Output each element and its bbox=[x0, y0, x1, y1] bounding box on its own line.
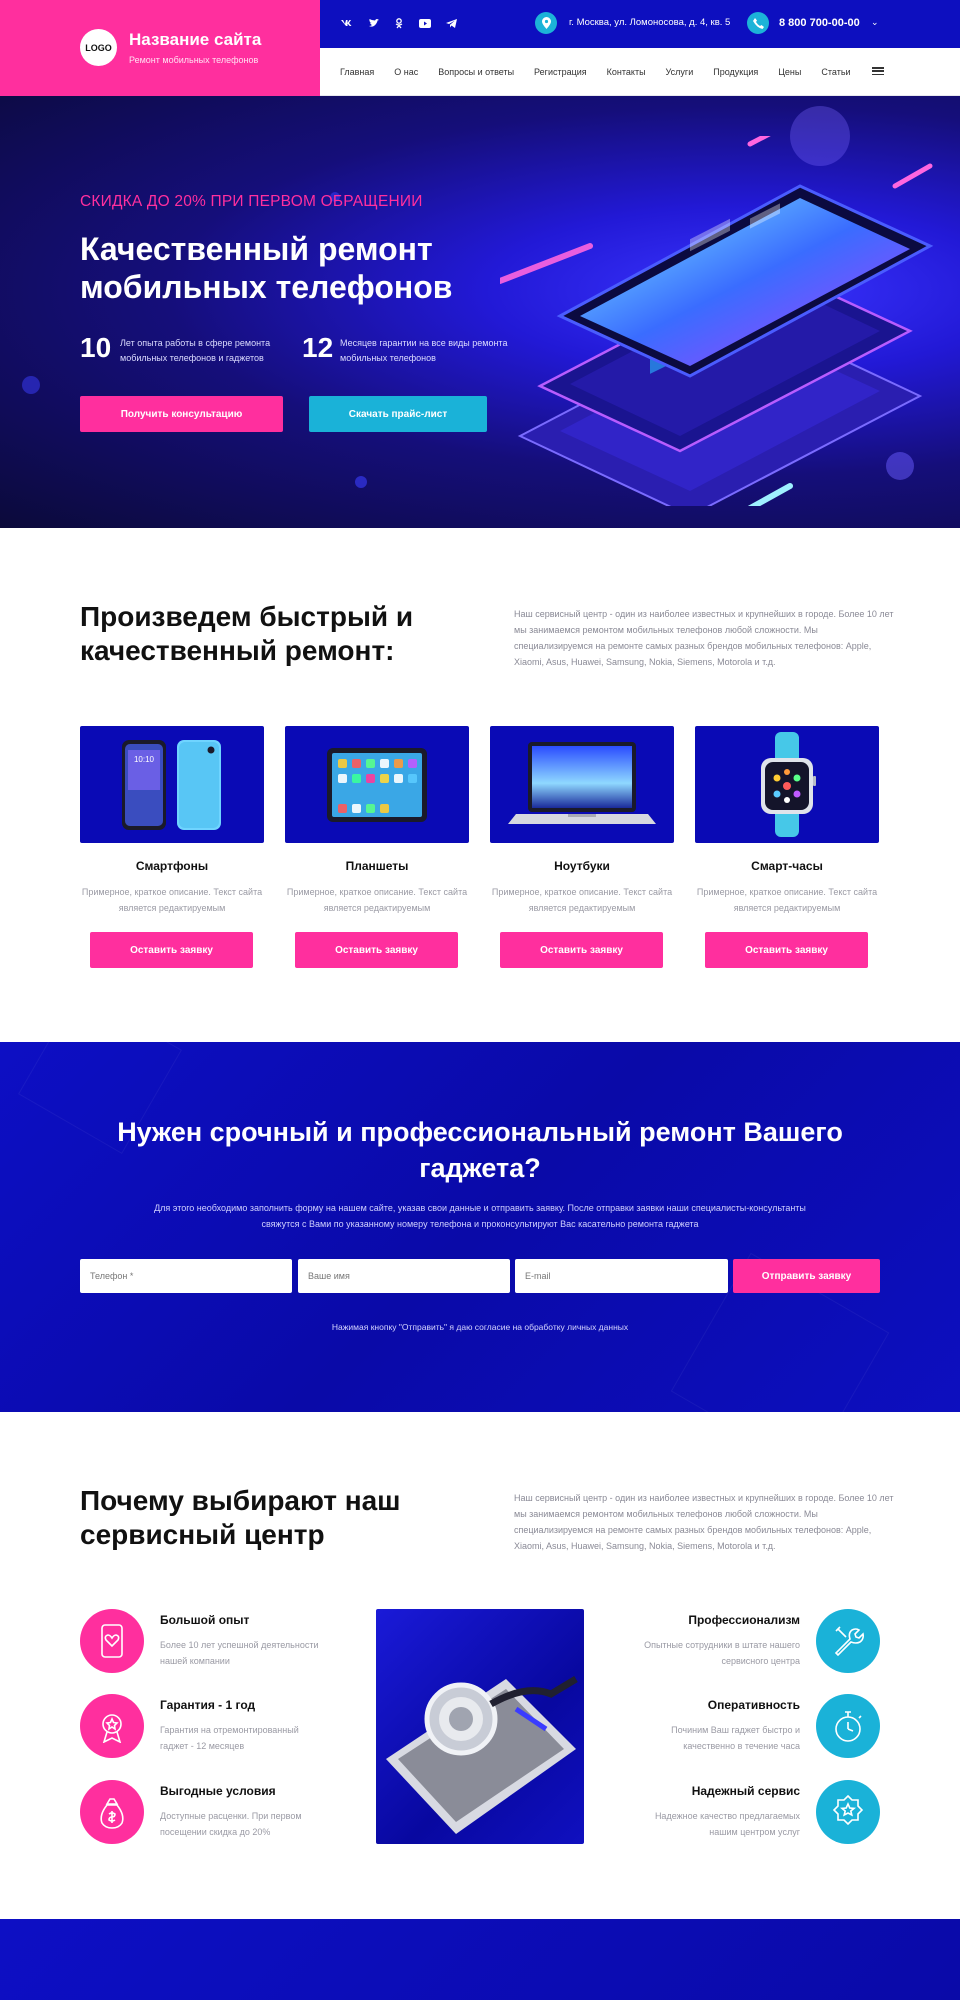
price-list-button[interactable]: Скачать прайс-лист bbox=[309, 396, 487, 432]
feature-title: Профессионализм bbox=[688, 1613, 800, 1627]
feature-text: Починим Ваш гаджет быстро и качественно … bbox=[671, 1725, 800, 1751]
brand-block[interactable]: LOGO Название сайта Ремонт мобильных тел… bbox=[0, 0, 320, 96]
feature-title: Большой опыт bbox=[160, 1613, 250, 1627]
nav-item-contacts[interactable]: Контакты bbox=[607, 67, 646, 77]
phone-field[interactable] bbox=[80, 1259, 292, 1293]
footer-band bbox=[0, 1919, 960, 2000]
nav-item-services[interactable]: Услуги bbox=[666, 67, 694, 77]
stethoscope-on-phone-image bbox=[376, 1609, 584, 1844]
feature-text: Доступные расценки. При первом посещении… bbox=[160, 1811, 302, 1837]
feature-title: Выгодные условия bbox=[160, 1784, 276, 1798]
feature-text: Надежное качество предлагаемых нашим цен… bbox=[654, 1811, 800, 1837]
tools-icon bbox=[816, 1609, 880, 1673]
request-button-laptops[interactable]: Оставить заявку bbox=[500, 932, 663, 968]
request-button-tablets[interactable]: Оставить заявку bbox=[295, 932, 458, 968]
phone-icon bbox=[747, 12, 769, 34]
card-description: Примерное, краткое описание. Текст сайта… bbox=[286, 887, 468, 913]
why-section-desc: Наш сервисный центр - один из наиболее и… bbox=[514, 1493, 894, 1551]
request-button-smartphones[interactable]: Оставить заявку bbox=[90, 932, 253, 968]
nav-menu: Главная О нас Вопросы и ответы Регистрац… bbox=[340, 48, 851, 96]
form-description: Для этого необходимо заполнить форму на … bbox=[154, 1203, 806, 1229]
feature-text: Более 10 лет успешной деятельности нашей… bbox=[160, 1640, 319, 1666]
card-title: Ноутбуки bbox=[554, 859, 610, 873]
site-title: Название сайта bbox=[129, 30, 262, 49]
card-description: Примерное, краткое описание. Текст сайта… bbox=[491, 887, 673, 913]
card-title: Планшеты bbox=[345, 859, 409, 873]
social-links bbox=[340, 16, 458, 30]
service-card-tablets: Планшеты Примерное, краткое описание. Те… bbox=[285, 726, 469, 971]
top-bar: г. Москва, ул. Ломоносова, д. 4, кв. 5 8… bbox=[320, 0, 960, 48]
hero-dot bbox=[22, 376, 40, 394]
hero-title: Качественный ремонт мобильных телефонов bbox=[80, 231, 453, 305]
exploded-phone-illustration bbox=[500, 136, 934, 506]
nav-item-products[interactable]: Продукция bbox=[713, 67, 758, 77]
feature-title: Надежный сервис bbox=[691, 1784, 800, 1798]
card-title: Смартфоны bbox=[135, 859, 209, 873]
hamburger-menu-icon[interactable] bbox=[872, 65, 884, 77]
repair-section-desc: Наш сервисный центр - один из наиболее и… bbox=[514, 609, 894, 667]
consent-text: Нажимая кнопку "Отправить" я даю согласи… bbox=[331, 1322, 629, 1332]
odnoklassniki-icon[interactable] bbox=[392, 16, 406, 30]
feature-title: Оперативность bbox=[707, 1698, 800, 1712]
repair-section-title: Произведем быстрый и качественный ремонт… bbox=[80, 601, 414, 666]
form-title: Нужен срочный и профессиональный ремонт … bbox=[117, 1117, 843, 1183]
medal-icon bbox=[80, 1694, 144, 1758]
telegram-icon[interactable] bbox=[444, 16, 458, 30]
nav-item-prices[interactable]: Цены bbox=[778, 67, 801, 77]
chevron-down-icon[interactable]: ⌄ bbox=[871, 17, 879, 28]
card-description: Примерное, краткое описание. Текст сайта… bbox=[81, 887, 263, 913]
feature-text: Опытные сотрудники в штате нашего сервис… bbox=[644, 1640, 800, 1666]
submit-request-button[interactable]: Отправить заявку bbox=[733, 1259, 880, 1293]
youtube-icon[interactable] bbox=[418, 16, 432, 30]
feature-title: Гарантия - 1 год bbox=[160, 1698, 256, 1712]
hero-promo: СКИДКА ДО 20% ПРИ ПЕРВОМ ОБРАЩЕНИИ bbox=[80, 193, 423, 210]
location-pin-icon bbox=[535, 12, 557, 34]
feature-text: Гарантия на отремонтированный гаджет - 1… bbox=[160, 1725, 299, 1751]
stopwatch-icon bbox=[816, 1694, 880, 1758]
service-card-smartphones: 10:10 Смартфоны Примерное, краткое описа… bbox=[80, 726, 264, 971]
tablet-icon bbox=[285, 726, 469, 843]
phone-number[interactable]: 8 800 700-00-00 bbox=[779, 17, 860, 29]
card-title: Смарт-часы bbox=[751, 859, 823, 873]
main-navigation: Главная О нас Вопросы и ответы Регистрац… bbox=[320, 48, 960, 96]
laptop-icon bbox=[490, 726, 674, 843]
consultation-button[interactable]: Получить консультацию bbox=[80, 396, 283, 432]
svg-text:10:10: 10:10 bbox=[134, 755, 155, 764]
site-header: LOGO Название сайта Ремонт мобильных тел… bbox=[0, 0, 960, 96]
stat-warranty-number: 12 bbox=[302, 332, 334, 363]
money-bag-icon bbox=[80, 1780, 144, 1844]
name-field[interactable] bbox=[298, 1259, 510, 1293]
stat-years-text: Лет опыта работы в сфере ремонта мобильн… bbox=[120, 338, 271, 363]
stat-warranty-text: Месяцев гарантии на все виды ремонта моб… bbox=[340, 338, 508, 363]
twitter-icon[interactable] bbox=[366, 16, 380, 30]
request-form-section: Нужен срочный и профессиональный ремонт … bbox=[0, 1042, 960, 1412]
service-card-smartwatches: Смарт-часы Примерное, краткое описание. … bbox=[695, 726, 879, 971]
card-description: Примерное, краткое описание. Текст сайта… bbox=[696, 887, 878, 913]
nav-item-home[interactable]: Главная bbox=[340, 67, 374, 77]
email-field[interactable] bbox=[515, 1259, 728, 1293]
nav-item-registration[interactable]: Регистрация bbox=[534, 67, 587, 77]
smartwatch-icon bbox=[695, 726, 879, 843]
nav-item-articles[interactable]: Статьи bbox=[821, 67, 850, 77]
logo[interactable]: LOGO bbox=[80, 29, 117, 66]
hero-section: СКИДКА ДО 20% ПРИ ПЕРВОМ ОБРАЩЕНИИ Качес… bbox=[0, 96, 960, 528]
nav-item-faq[interactable]: Вопросы и ответы bbox=[438, 67, 514, 77]
phone-heart-icon bbox=[80, 1609, 144, 1673]
why-section-title: Почему выбирают наш сервисный центр bbox=[80, 1485, 401, 1550]
vk-icon[interactable] bbox=[340, 16, 354, 30]
smartphone-icon: 10:10 bbox=[80, 726, 264, 843]
hero-dot bbox=[355, 476, 367, 488]
nav-item-about[interactable]: О нас bbox=[394, 67, 418, 77]
service-card-laptops: Ноутбуки Примерное, краткое описание. Те… bbox=[490, 726, 674, 971]
badge-star-icon bbox=[816, 1780, 880, 1844]
site-subtitle: Ремонт мобильных телефонов bbox=[129, 55, 259, 65]
address: г. Москва, ул. Ломоносова, д. 4, кв. 5 bbox=[569, 17, 731, 28]
stat-years-number: 10 bbox=[80, 332, 112, 363]
request-button-smartwatches[interactable]: Оставить заявку bbox=[705, 932, 868, 968]
